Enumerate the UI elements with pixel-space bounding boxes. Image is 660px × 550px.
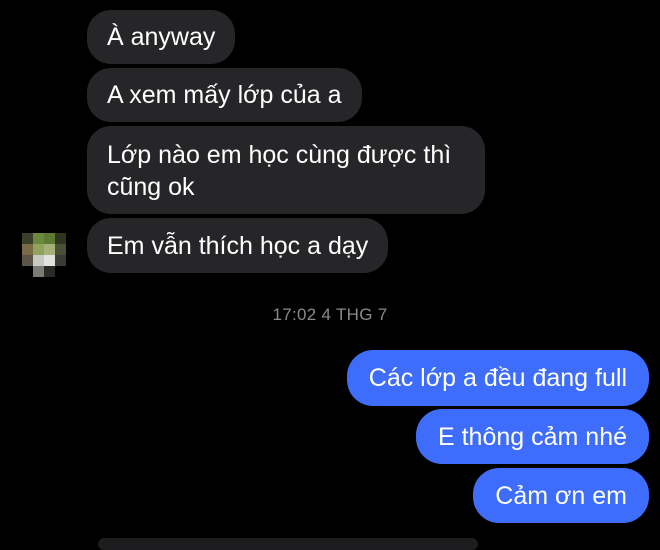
message-timestamp: 17:02 4 THG 7: [272, 305, 388, 324]
outgoing-message-2[interactable]: E thông cảm nhé: [415, 409, 649, 464]
outgoing-message-3[interactable]: Cảm ơn em: [473, 468, 649, 523]
incoming-message-2[interactable]: A xem mấy lớp của a: [87, 68, 362, 122]
message-text: Cảm ơn em: [495, 481, 627, 510]
partial-bottom-element: [98, 538, 478, 550]
message-text: À anyway: [107, 23, 216, 51]
message-text: E thông cảm nhé: [437, 422, 627, 451]
incoming-message-3[interactable]: Lớp nào em học cùng được thì cũng ok: [87, 126, 485, 214]
outgoing-message-1[interactable]: Các lớp a đều đang full: [346, 350, 649, 406]
message-text: Lớp nào em học cùng được thì cũng ok: [107, 141, 452, 201]
incoming-message-4[interactable]: Em vẫn thích học a dạy: [87, 218, 389, 273]
message-text: A xem mấy lớp của a: [107, 81, 342, 109]
message-text: Các lớp a đều đang full: [368, 364, 627, 392]
incoming-message-1[interactable]: À anyway: [87, 10, 236, 64]
message-text: Em vẫn thích học a dạy: [107, 231, 369, 260]
pixelated-avatar-icon[interactable]: [22, 233, 66, 277]
